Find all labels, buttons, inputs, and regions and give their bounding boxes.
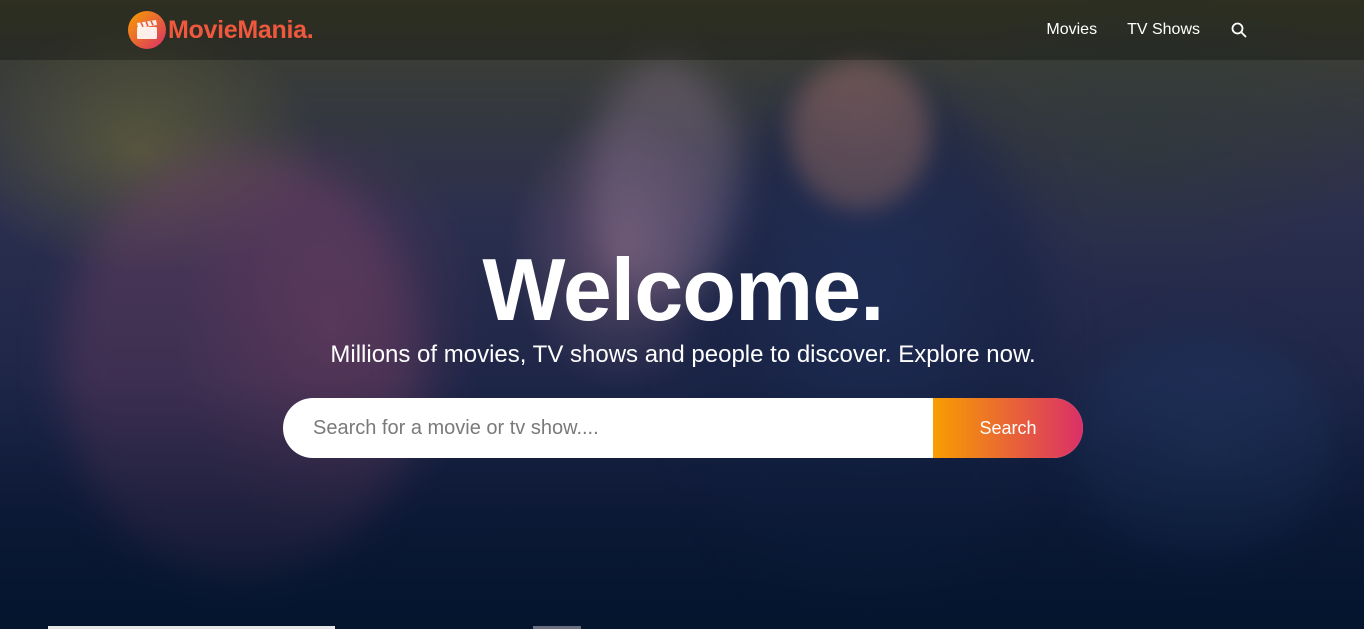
search-icon[interactable] [1230, 21, 1248, 39]
search-input[interactable] [283, 398, 933, 458]
top-navbar: MovieMania. Movies TV Shows [0, 0, 1364, 60]
search-bar: Search [283, 398, 1083, 458]
nav-movies-link[interactable]: Movies [1046, 18, 1097, 42]
hero-subtitle: Millions of movies, TV shows and people … [330, 341, 1036, 368]
hero-content: Welcome. Millions of movies, TV shows an… [283, 240, 1083, 370]
hero-section: MovieMania. Movies TV Shows Welcome. Mil… [0, 0, 1364, 629]
nav-tv-shows-link[interactable]: TV Shows [1127, 18, 1200, 42]
clapperboard-icon [128, 11, 166, 49]
logo-text: MovieMania. [168, 15, 314, 44]
search-button[interactable]: Search [933, 398, 1083, 458]
logo[interactable]: MovieMania. [128, 11, 314, 49]
main-nav: Movies TV Shows [1016, 18, 1248, 42]
hero-title: Welcome. [482, 240, 884, 339]
